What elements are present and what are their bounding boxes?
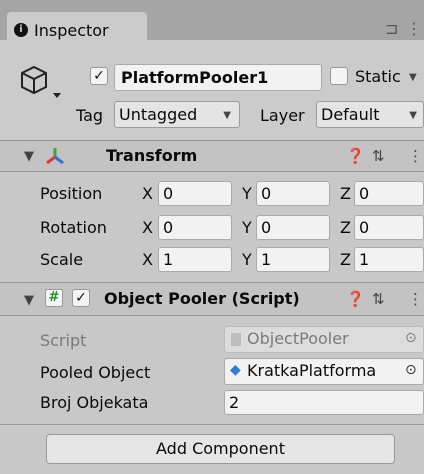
transform-icon xyxy=(44,145,66,171)
pooled-object-field[interactable]: ◆ KratkaPlatforma ⊙ xyxy=(224,358,424,385)
script-label: Script xyxy=(40,331,87,350)
tag-value: Untagged xyxy=(119,105,198,124)
tag-dropdown[interactable]: Untagged ▼ xyxy=(114,101,240,128)
axis-y-label[interactable]: Y xyxy=(242,218,252,237)
position-y-input[interactable]: 0 xyxy=(256,181,330,206)
gameobject-name-input[interactable]: PlatformPooler1 xyxy=(114,64,322,91)
divider xyxy=(0,424,424,425)
divider xyxy=(0,171,424,172)
chevron-down-icon: ▼ xyxy=(223,110,231,121)
active-checkbox[interactable]: ✓ xyxy=(90,67,108,85)
broj-objekata-label: Broj Objekata xyxy=(40,393,149,412)
layer-value: Default xyxy=(321,105,380,124)
script-value: ObjectPooler xyxy=(247,329,349,348)
transform-title: Transform xyxy=(106,146,198,165)
layer-label: Layer xyxy=(260,106,305,125)
script-file-icon xyxy=(231,333,241,346)
broj-objekata-input[interactable]: 2 xyxy=(224,390,424,415)
gameobject-cube-icon[interactable] xyxy=(20,63,66,107)
info-icon: i xyxy=(14,23,28,37)
foldout-arrow-icon[interactable]: ▼ xyxy=(24,293,34,308)
axis-x-label[interactable]: X xyxy=(142,184,153,203)
tab-inspector-label: Inspector xyxy=(34,21,109,40)
axis-x-label[interactable]: X xyxy=(142,250,153,269)
foldout-arrow-icon[interactable]: ▼ xyxy=(24,149,34,164)
static-checkbox[interactable] xyxy=(330,67,348,85)
object-picker-icon: ⊙ xyxy=(405,330,417,346)
script-hash-icon: # xyxy=(45,289,63,307)
rotation-label: Rotation xyxy=(40,218,107,237)
add-component-button[interactable]: Add Component xyxy=(46,434,395,464)
scale-x-input[interactable]: 1 xyxy=(158,247,232,272)
gameobject-name-text: PlatformPooler1 xyxy=(121,68,269,87)
preset-sliders-icon[interactable]: ⇅ xyxy=(372,147,385,165)
rotation-x-input[interactable]: 0 xyxy=(158,215,232,240)
script-reference-field: ObjectPooler ⊙ xyxy=(224,326,424,353)
axis-z-label[interactable]: Z xyxy=(340,218,351,237)
pooled-object-value: KratkaPlatforma xyxy=(247,361,377,380)
chevron-down-icon: ▼ xyxy=(409,110,417,121)
prefab-cube-icon: ◆ xyxy=(230,362,241,378)
scale-label: Scale xyxy=(40,250,84,269)
position-x-input[interactable]: 0 xyxy=(158,181,232,206)
tag-label: Tag xyxy=(76,106,104,125)
axis-y-label[interactable]: Y xyxy=(242,184,252,203)
preset-sliders-icon[interactable]: ⇅ xyxy=(372,290,385,308)
help-icon[interactable]: ❓ xyxy=(346,290,365,308)
position-z-input[interactable]: 0 xyxy=(354,181,424,206)
help-icon[interactable]: ❓ xyxy=(346,147,365,165)
position-label: Position xyxy=(40,184,103,203)
scale-y-input[interactable]: 1 xyxy=(256,247,330,272)
scale-z-input[interactable]: 1 xyxy=(354,247,424,272)
more-options-icon[interactable]: ⋮ xyxy=(408,147,423,165)
object-pooler-title: Object Pooler (Script) xyxy=(104,289,300,308)
static-dropdown-caret-icon[interactable]: ▼ xyxy=(409,72,417,83)
more-options-icon[interactable]: ⋮ xyxy=(406,19,422,38)
rotation-z-input[interactable]: 0 xyxy=(354,215,424,240)
divider xyxy=(0,315,424,316)
axis-z-label[interactable]: Z xyxy=(340,250,351,269)
static-label: Static xyxy=(355,67,401,86)
lock-icon[interactable]: ⊐ xyxy=(385,19,398,38)
axis-x-label[interactable]: X xyxy=(142,218,153,237)
axis-z-label[interactable]: Z xyxy=(340,184,351,203)
layer-dropdown[interactable]: Default ▼ xyxy=(316,101,424,128)
component-enabled-checkbox[interactable]: ✓ xyxy=(72,289,90,307)
more-options-icon[interactable]: ⋮ xyxy=(408,290,423,308)
axis-y-label[interactable]: Y xyxy=(242,250,252,269)
rotation-y-input[interactable]: 0 xyxy=(256,215,330,240)
pooled-object-label: Pooled Object xyxy=(40,363,151,382)
object-picker-icon[interactable]: ⊙ xyxy=(405,362,417,378)
